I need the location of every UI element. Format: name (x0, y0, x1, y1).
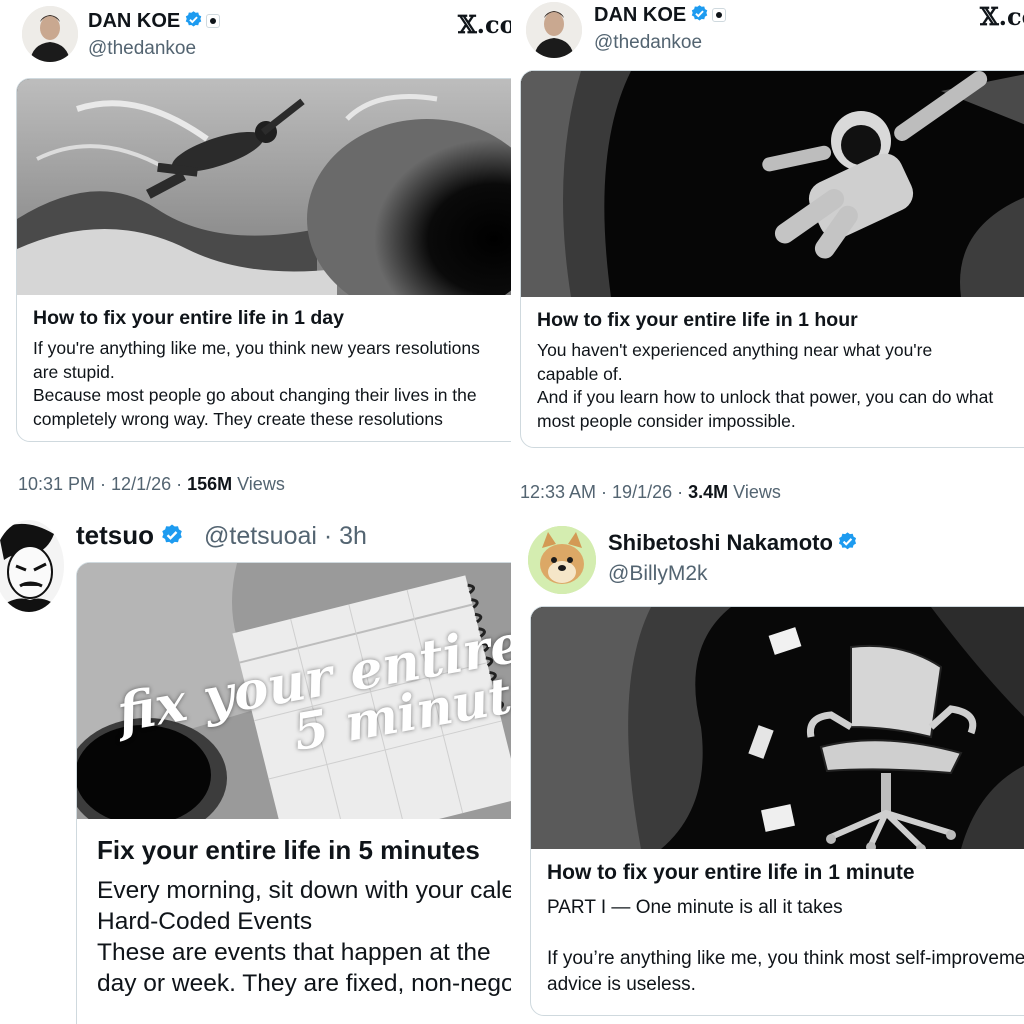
author-name[interactable]: tetsuo (76, 520, 184, 551)
card-line: capable of. (537, 363, 623, 384)
author-name-text: DAN KOE (594, 4, 687, 26)
image-overlay-text: fix your entire 5 minutes (77, 563, 512, 819)
author-name-text: tetsuo (76, 520, 154, 550)
card-description: If you're anything like me, you think ne… (33, 337, 480, 431)
card-line: advice is useless. (547, 973, 696, 995)
views-label: Views (232, 474, 285, 494)
affiliate-badge-icon (206, 14, 221, 28)
card-title: How to fix your entire life in 1 minute (547, 861, 915, 884)
views-count: 3.4M (688, 482, 729, 502)
author-name[interactable]: DAN KOE (594, 4, 727, 27)
card-line: You haven't experienced anything near wh… (537, 340, 933, 360)
author-name-text: Shibetoshi Nakamoto (608, 530, 833, 555)
article-card[interactable]: fix your entire 5 minutes Fix your entir… (76, 562, 512, 1024)
card-line: PART I — One minute is all it takes (547, 897, 843, 918)
card-line (547, 921, 1024, 947)
avatar[interactable] (528, 526, 596, 594)
card-line: These are events that happen at the (97, 939, 491, 966)
verified-badge-icon (185, 11, 202, 27)
post-timestamp[interactable]: 10:31 PM · 12/1/26 · (18, 474, 187, 494)
card-title: Fix your entire life in 5 minutes (97, 835, 480, 865)
author-name-text: DAN KOE (88, 10, 181, 32)
author-handle[interactable]: @thedankoe (88, 38, 196, 60)
author-name[interactable]: DAN KOE (88, 10, 221, 33)
post-tetsuo-5-minutes: tetsuo @tetsuoai · 3h fix your entire 5 … (0, 510, 512, 1024)
article-card[interactable]: How to fix your entire life in 1 hour Yo… (520, 70, 1024, 448)
author-handle[interactable]: @thedankoe (594, 32, 702, 54)
card-line: day or week. They are fixed, non-negotia… (97, 970, 512, 997)
card-description: Every morning, sit down with your calend… (97, 875, 512, 999)
post-dan-koe-1-day: DAN KOE @thedankoe 𝕏.co How to fix your … (0, 0, 512, 510)
card-line: most people consider impossible. (537, 410, 796, 431)
card-line: If you're anything like me, you think ne… (33, 338, 480, 358)
affiliate-badge-icon (712, 8, 727, 22)
avatar[interactable] (0, 520, 64, 612)
x-logo-icon[interactable]: 𝕏.co (980, 2, 1024, 31)
avatar[interactable] (22, 6, 78, 62)
card-description: PART I — One minute is all it takes If y… (547, 895, 1024, 997)
card-line: Every morning, sit down with your calend… (97, 877, 512, 904)
x-logo-icon[interactable]: 𝕏.co (458, 10, 512, 39)
card-description: You haven't experienced anything near wh… (537, 339, 993, 433)
card-line: And if you learn how to unlock that powe… (537, 387, 994, 407)
views-label: Views (728, 482, 781, 502)
article-card[interactable]: How to fix your entire life in 1 minute … (530, 606, 1024, 1016)
post-dan-koe-1-hour: DAN KOE @thedankoe 𝕏.co (512, 0, 1024, 510)
avatar[interactable] (526, 2, 582, 58)
post-timestamp[interactable]: 12:33 AM · 19/1/26 · (520, 482, 688, 502)
coffee-and-planner-image: fix your entire 5 minutes (77, 563, 512, 819)
verified-badge-icon (838, 532, 856, 550)
author-name[interactable]: Shibetoshi Nakamoto (608, 530, 858, 556)
post-shibetoshi-1-minute: Shibetoshi Nakamoto @BillyM2k How to fix… (512, 510, 1024, 1024)
card-line: completely wrong way. They create these … (33, 408, 443, 429)
views-count: 156M (187, 474, 233, 494)
astronaut-falling-into-hole-image (17, 79, 512, 295)
card-line: Because most people go about changing th… (33, 385, 477, 405)
astronaut-floating-in-void-image (521, 71, 1024, 297)
card-line: Hard-Coded Events (97, 908, 313, 935)
card-title: How to fix your entire life in 1 day (33, 307, 344, 329)
author-handle[interactable]: @tetsuoai · 3h (204, 522, 367, 551)
card-line: are stupid. (33, 361, 115, 382)
collage-divider (511, 0, 514, 1024)
author-handle[interactable]: @BillyM2k (608, 562, 708, 586)
article-card[interactable]: How to fix your entire life in 1 day If … (16, 78, 512, 442)
card-title: How to fix your entire life in 1 hour (537, 309, 858, 331)
card-line: If you’re anything like me, you think mo… (547, 948, 1024, 969)
verified-badge-icon (691, 5, 708, 21)
post-meta: 12:33 AM · 19/1/26 · 3.4M Views (520, 482, 781, 503)
office-chair-falling-image (531, 607, 1024, 849)
verified-badge-icon (162, 524, 182, 544)
post-meta: 10:31 PM · 12/1/26 · 156M Views (18, 474, 285, 495)
